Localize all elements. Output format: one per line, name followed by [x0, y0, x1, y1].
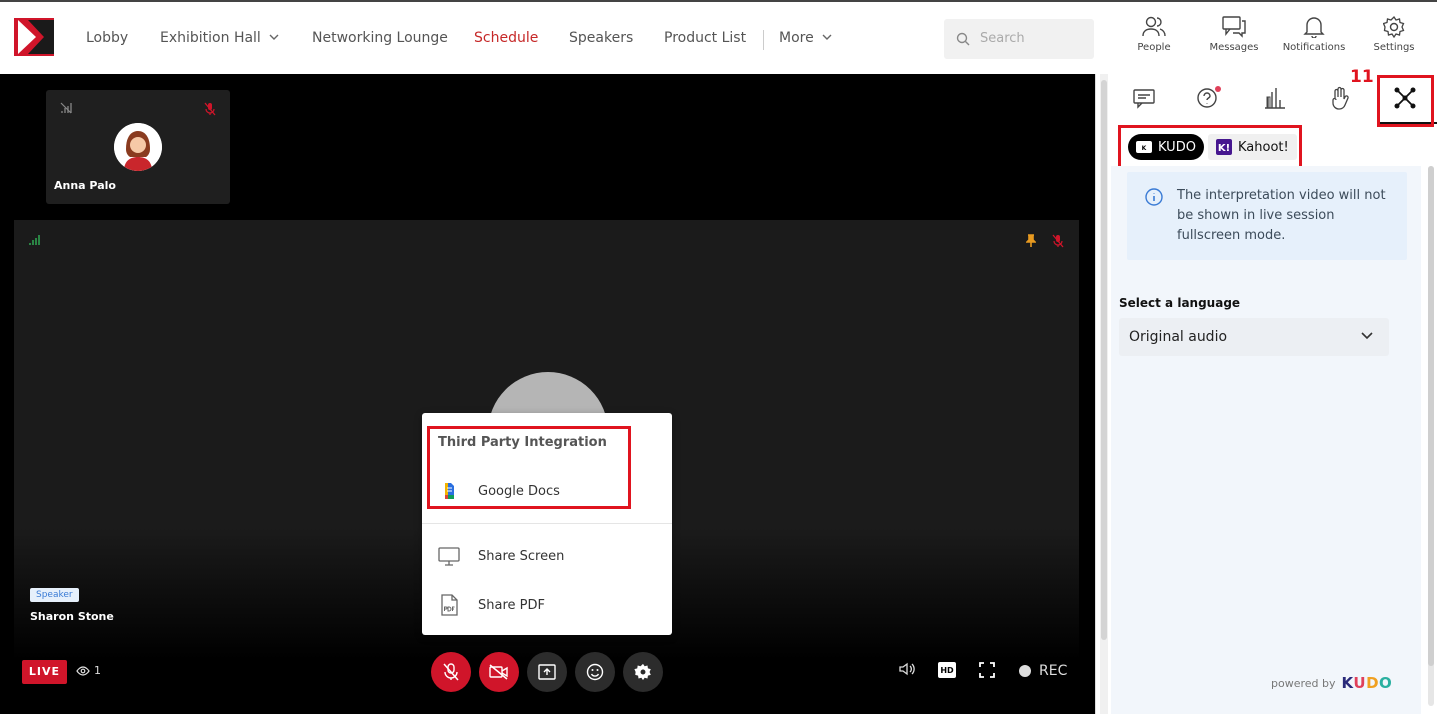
- emoji-icon: [586, 663, 604, 681]
- tab-qa[interactable]: [1194, 84, 1224, 112]
- record-button[interactable]: REC: [1019, 663, 1067, 679]
- speaker-badge: Speaker: [30, 588, 79, 602]
- share-pdf-option[interactable]: Share PDF: [438, 594, 545, 616]
- nav-exhibition-hall-label: Exhibition Hall: [160, 30, 261, 46]
- eye-icon: [76, 665, 90, 676]
- share-pdf-label: Share PDF: [478, 597, 545, 613]
- speaker-name: Sharon Stone: [30, 610, 114, 623]
- search-placeholder: Search: [980, 31, 1025, 46]
- highlight-box: [1377, 75, 1434, 127]
- record-dot-icon: [1019, 665, 1031, 677]
- tab-chat[interactable]: [1129, 84, 1159, 112]
- tab-raise-hand[interactable]: [1325, 84, 1355, 112]
- nav-speakers[interactable]: Speakers: [569, 30, 633, 46]
- mic-off-icon: [443, 663, 459, 681]
- menu-divider: [422, 523, 672, 524]
- info-banner: The interpretation video will not be sho…: [1127, 172, 1407, 260]
- participant-tile[interactable]: Anna Palo: [46, 90, 230, 204]
- volume-icon: [899, 662, 915, 676]
- highlight-box: [1118, 125, 1302, 169]
- pdf-icon: [441, 594, 458, 616]
- panel-scrollbar[interactable]: [1428, 166, 1434, 706]
- messages-button[interactable]: Messages: [1196, 16, 1272, 62]
- share-screen-icon: [538, 664, 556, 680]
- signal-off-icon: [60, 102, 72, 114]
- chevron-down-icon: [822, 34, 832, 40]
- language-value: Original audio: [1129, 329, 1228, 345]
- language-label: Select a language: [1119, 296, 1241, 310]
- nav-schedule[interactable]: Schedule: [474, 30, 538, 46]
- highlight-box: [427, 426, 631, 509]
- monitor-icon: [438, 547, 460, 566]
- live-badge: LIVE: [22, 660, 67, 684]
- nav-more-label: More: [779, 30, 814, 46]
- nav-product-list[interactable]: Product List: [664, 30, 746, 46]
- camera-off-icon: [489, 664, 508, 680]
- mute-button[interactable]: [431, 652, 471, 692]
- question-icon: [1197, 86, 1221, 108]
- hd-toggle[interactable]: HD: [938, 662, 956, 678]
- top-navigation-bar: Lobby Exhibition Hall Networking Lounge …: [0, 0, 1437, 74]
- viewer-count: 1: [76, 664, 101, 677]
- powered-by: powered by KUDO: [1271, 674, 1392, 692]
- nav-exhibition-hall[interactable]: Exhibition Hall: [160, 30, 279, 46]
- messages-icon: [1222, 16, 1246, 38]
- fullscreen-icon: [979, 662, 995, 678]
- interpretation-panel: The interpretation video will not be sho…: [1111, 166, 1421, 714]
- people-button[interactable]: People: [1116, 16, 1192, 62]
- people-icon: [1142, 16, 1166, 37]
- pin-icon[interactable]: [1026, 234, 1036, 248]
- people-label: People: [1137, 42, 1171, 53]
- participant-name: Anna Palo: [54, 179, 116, 192]
- volume-button[interactable]: [899, 662, 915, 676]
- reactions-button[interactable]: [575, 652, 615, 692]
- nav-networking-lounge[interactable]: Networking Lounge: [312, 30, 448, 46]
- share-screen-label: Share Screen: [478, 548, 565, 564]
- signal-icon: [29, 235, 40, 245]
- app-logo[interactable]: [14, 18, 54, 56]
- nav-divider: [763, 30, 764, 50]
- language-select[interactable]: Original audio: [1119, 318, 1389, 356]
- info-icon: [1145, 188, 1163, 206]
- chat-icon: [1133, 89, 1155, 109]
- annotation-number: 11: [1350, 67, 1374, 87]
- nav-lobby[interactable]: Lobby: [86, 30, 128, 46]
- search-icon: [956, 32, 970, 46]
- messages-label: Messages: [1209, 42, 1259, 53]
- record-label: REC: [1039, 663, 1068, 679]
- mic-muted-icon: [204, 102, 216, 116]
- share-screen-option[interactable]: Share Screen: [438, 546, 564, 566]
- powered-by-label: powered by: [1271, 676, 1336, 690]
- avatar: [114, 123, 162, 171]
- mic-muted-icon: [1052, 234, 1064, 248]
- camera-button[interactable]: [479, 652, 519, 692]
- gear-icon: [634, 663, 651, 681]
- video-settings-button[interactable]: [623, 652, 663, 692]
- settings-button[interactable]: Settings: [1356, 16, 1432, 62]
- kudo-brand-logo: KUDO: [1341, 674, 1393, 692]
- viewer-count-value: 1: [94, 664, 101, 677]
- fullscreen-button[interactable]: [979, 662, 995, 678]
- info-text: The interpretation video will not be sho…: [1177, 188, 1386, 243]
- share-button[interactable]: [527, 652, 567, 692]
- sidebar-scrollbar[interactable]: [1100, 74, 1108, 714]
- bell-icon: [1303, 17, 1325, 38]
- gear-icon: [1383, 16, 1405, 38]
- notifications-button[interactable]: Notifications: [1276, 16, 1352, 62]
- settings-label: Settings: [1373, 42, 1415, 53]
- bar-chart-icon: [1265, 88, 1285, 109]
- search-box[interactable]: Search: [944, 19, 1094, 59]
- tab-polls[interactable]: [1260, 84, 1290, 112]
- chevron-down-icon: [1361, 332, 1373, 340]
- nav-more[interactable]: More: [779, 30, 832, 46]
- notifications-label: Notifications: [1282, 42, 1346, 53]
- hand-icon: [1332, 86, 1349, 110]
- chevron-down-icon: [269, 34, 279, 40]
